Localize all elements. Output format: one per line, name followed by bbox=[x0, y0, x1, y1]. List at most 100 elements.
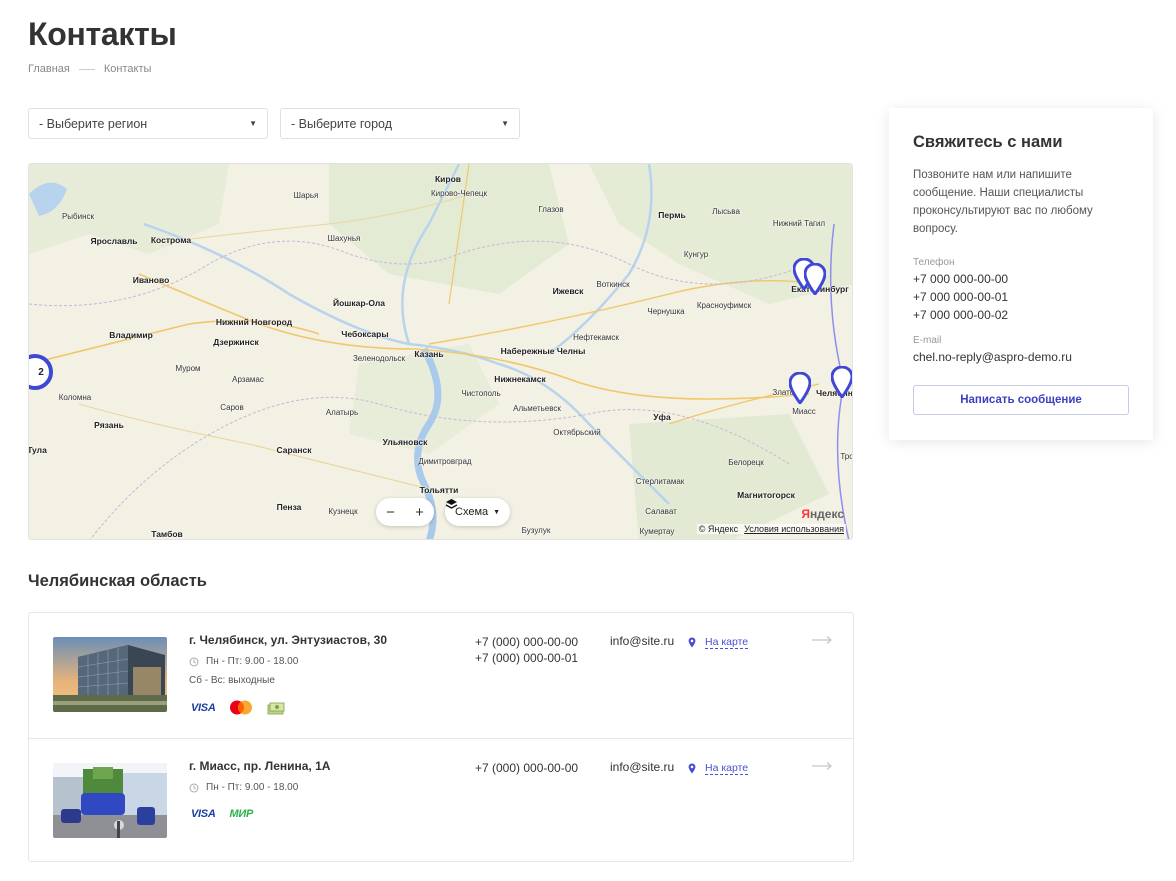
chevron-down-icon: ▼ bbox=[249, 119, 257, 128]
map-city-label: Лысьва bbox=[712, 207, 740, 216]
map-layer-button[interactable]: Схема ▼ bbox=[445, 498, 511, 526]
clock-icon bbox=[189, 657, 199, 666]
breadcrumb-home-link[interactable]: Главная bbox=[28, 63, 70, 75]
map-city-label: Набережные Челны bbox=[500, 346, 586, 356]
region-title: Челябинская область bbox=[28, 572, 207, 590]
show-on-map-link[interactable]: На карте bbox=[688, 762, 749, 775]
map-city-label: Ярославль bbox=[90, 236, 138, 246]
map-pin-icon[interactable] bbox=[831, 366, 853, 398]
map-city-label: Саранск bbox=[276, 445, 312, 455]
office-list: г. Челябинск, ул. Энтузиастов, 30 Пн - П… bbox=[28, 612, 854, 862]
page-title: Контакты bbox=[28, 16, 177, 52]
map-city-label: Уфа bbox=[653, 412, 671, 422]
payment-methods: VISA bbox=[191, 700, 285, 715]
map-cluster-count: 2 bbox=[38, 366, 44, 378]
map-marker-icon bbox=[688, 763, 696, 774]
map-city-label: Тро bbox=[840, 452, 853, 461]
map-copyright-text: © Яндекс bbox=[698, 524, 739, 534]
map-terms-link[interactable]: Условия использования bbox=[744, 524, 844, 534]
map-city-label: Тула bbox=[28, 445, 47, 455]
map-city-label: Нижний Тагил bbox=[772, 219, 826, 228]
map-city-label: Пенза bbox=[276, 502, 302, 512]
map-copyright: © Яндекс Условия использования bbox=[696, 524, 846, 534]
office-hours-weekend: Сб - Вс: выходные bbox=[189, 675, 275, 686]
zoom-out-button[interactable]: − bbox=[386, 504, 395, 521]
show-on-map-label: На карте bbox=[705, 636, 749, 649]
office-photo bbox=[53, 763, 167, 838]
map-city-label: Ульяновск bbox=[382, 437, 428, 447]
map-city-label: Салават bbox=[645, 507, 677, 516]
arrow-right-icon[interactable] bbox=[811, 635, 833, 645]
office-phones: +7 (000) 000-00-00 +7 (000) 000-00-01 bbox=[475, 634, 578, 666]
map-city-label: Пермь bbox=[658, 210, 686, 220]
office-hours: Пн - Пт: 9.00 - 18.00 bbox=[189, 656, 298, 667]
contact-card-title: Свяжитесь с нами bbox=[913, 133, 1063, 151]
city-select-label: - Выберите город bbox=[291, 116, 393, 131]
map-city-label: Альметьевск bbox=[513, 404, 561, 413]
office-phone[interactable]: +7 (000) 000-00-00 bbox=[475, 760, 578, 776]
contact-email[interactable]: chel.no-reply@aspro-demo.ru bbox=[913, 348, 1072, 366]
map-city-label: Чистополь bbox=[461, 389, 501, 398]
contact-phone[interactable]: +7 000 000-00-00 bbox=[913, 270, 1008, 288]
office-hours: Пн - Пт: 9.00 - 18.00 bbox=[189, 782, 298, 793]
office-photo bbox=[53, 637, 167, 712]
map-city-label: Бузулук bbox=[521, 526, 551, 535]
map-city-label: Димитровград bbox=[418, 457, 472, 466]
map-city-label: Чебоксары bbox=[341, 329, 389, 339]
map-city-label: Ижевск bbox=[552, 286, 584, 296]
office-email[interactable]: info@site.ru bbox=[610, 634, 674, 648]
breadcrumb: Главная Контакты bbox=[28, 63, 151, 75]
map-city-label: Глазов bbox=[538, 205, 564, 214]
office-item[interactable]: г. Челябинск, ул. Энтузиастов, 30 Пн - П… bbox=[29, 613, 853, 739]
map-marker-icon bbox=[688, 637, 696, 648]
map-city-label: Зеленодольск bbox=[352, 354, 406, 363]
visa-icon: VISA bbox=[191, 701, 216, 714]
map-city-label: Нижнекамск bbox=[494, 374, 546, 384]
map-pin-icon[interactable] bbox=[789, 372, 811, 404]
email-label: E-mail bbox=[913, 335, 942, 346]
show-on-map-label: На карте bbox=[705, 762, 749, 775]
map-city-label: Шахунья bbox=[327, 234, 361, 243]
map-city-label: Коломна bbox=[58, 393, 92, 402]
map-city-label: Миасс bbox=[792, 407, 816, 416]
chevron-down-icon: ▼ bbox=[501, 119, 509, 128]
region-select[interactable]: - Выберите регион ▼ bbox=[28, 108, 268, 139]
map-layer-label: Схема bbox=[455, 506, 489, 518]
map-city-label: Нефтекамск bbox=[573, 333, 619, 342]
map-city-label: Тольятти bbox=[419, 485, 459, 495]
arrow-right-icon[interactable] bbox=[811, 761, 833, 771]
city-select[interactable]: - Выберите город ▼ bbox=[280, 108, 520, 139]
yandex-logo: Яндекс bbox=[801, 507, 844, 521]
map-city-label: Нижний Новгород bbox=[215, 317, 293, 327]
map-city-label: Воткинск bbox=[596, 280, 630, 289]
layers-icon bbox=[445, 499, 458, 509]
office-phone[interactable]: +7 (000) 000-00-00 bbox=[475, 634, 578, 650]
map-city-label: Кунгур bbox=[683, 250, 709, 259]
mir-icon: МИР bbox=[229, 808, 253, 820]
show-on-map-link[interactable]: На карте bbox=[688, 636, 749, 649]
map-city-label: Кострома bbox=[150, 235, 192, 245]
office-hours-text: Пн - Пт: 9.00 - 18.00 bbox=[206, 656, 299, 667]
contact-card-description: Позвоните нам или напишите сообщение. На… bbox=[913, 169, 1093, 235]
contact-phone[interactable]: +7 000 000-00-01 bbox=[913, 288, 1008, 306]
map-pin-icon[interactable] bbox=[804, 263, 826, 295]
payment-methods: VISA МИР bbox=[191, 808, 253, 820]
zoom-in-button[interactable]: + bbox=[415, 504, 424, 521]
map[interactable]: Рыбинск Ярославль Кострома Шарья Киров К… bbox=[28, 163, 853, 540]
cash-icon bbox=[268, 702, 285, 714]
map-zoom-control: − + bbox=[376, 498, 434, 526]
write-message-button[interactable]: Написать сообщение bbox=[913, 385, 1129, 415]
map-city-label: Муром bbox=[175, 364, 201, 373]
map-city-label: Казань bbox=[414, 349, 444, 359]
mastercard-icon bbox=[230, 700, 253, 715]
office-email[interactable]: info@site.ru bbox=[610, 760, 674, 774]
office-phone[interactable]: +7 (000) 000-00-01 bbox=[475, 650, 578, 666]
region-select-label: - Выберите регион bbox=[39, 116, 148, 131]
office-item[interactable]: г. Миасс, пр. Ленина, 1А Пн - Пт: 9.00 -… bbox=[29, 739, 853, 861]
office-address: г. Челябинск, ул. Энтузиастов, 30 bbox=[189, 633, 387, 647]
map-city-label: Рязань bbox=[94, 420, 124, 430]
chevron-down-icon: ▼ bbox=[493, 508, 501, 516]
map-city-label: Рыбинск bbox=[61, 212, 95, 221]
contact-phone[interactable]: +7 000 000-00-02 bbox=[913, 306, 1008, 324]
map-city-label: Октябрьский bbox=[553, 428, 601, 437]
